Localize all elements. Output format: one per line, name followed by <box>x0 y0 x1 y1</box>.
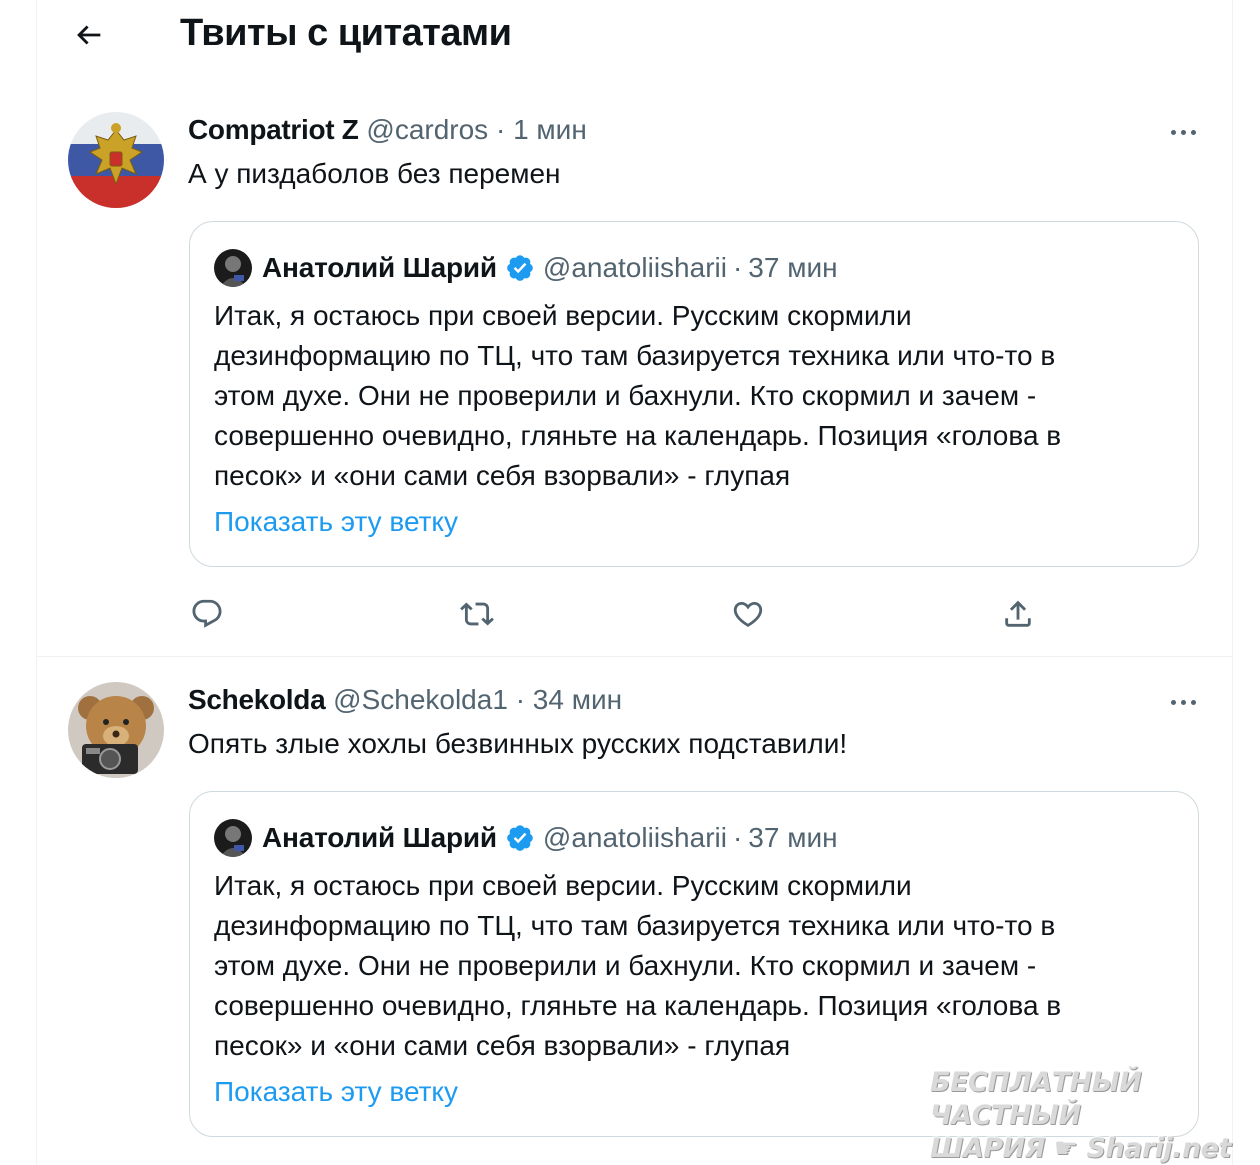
like-icon <box>733 601 763 627</box>
author-name[interactable]: Compatriot Z <box>188 114 359 145</box>
more-dots-icon <box>1170 129 1176 135</box>
watermark-line-2-right: Sharij.net <box>1086 1133 1231 1164</box>
quoted-text-line: дезинформацию по ТЦ, что там базируется … <box>214 340 1056 371</box>
quoted-author-name[interactable]: Анатолий Шарий <box>262 252 497 284</box>
author-handle[interactable]: @cardros <box>366 114 488 145</box>
author-name[interactable]: Schekolda <box>188 684 326 715</box>
quoted-tweet-header: Анатолий Шарий @anatoliisharii · 37 мин <box>214 248 838 288</box>
page-title: Твиты с цитатами <box>180 12 512 54</box>
quoted-text-line: этом духе. Они не проверили и бахнули. К… <box>214 950 1037 981</box>
verified-badge-icon <box>505 253 535 283</box>
avatar[interactable] <box>68 682 164 778</box>
quoted-author-handle[interactable]: @anatoliisharii <box>543 252 727 284</box>
quote-tweets-page: Твиты с цитатами Compatriot Z @cardros ·… <box>0 0 1260 1165</box>
quoted-tweet-header: Анатолий Шарий @anatoliisharii · 37 мин <box>214 818 838 858</box>
verified-badge-icon <box>505 823 535 853</box>
back-button[interactable] <box>64 12 114 58</box>
quoted-tweet-text: Итак, я остаюсь при своей версии. Русски… <box>214 866 1174 1066</box>
quoted-author-handle[interactable]: @anatoliisharii <box>543 822 727 854</box>
watermark-line-1: БЕСПЛАТНЫЙ ЧАСТНЫЙ <box>930 1067 1142 1131</box>
tweet-header: Compatriot Z @cardros · 1 мин <box>188 114 587 146</box>
quoted-avatar <box>214 249 252 287</box>
quoted-separator: · <box>732 822 743 853</box>
quoted-timestamp[interactable]: 37 мин <box>748 252 837 284</box>
arrow-left-icon <box>77 25 101 45</box>
tweet-header: Schekolda @Schekolda1 · 34 мин <box>188 684 622 716</box>
watermark: БЕСПЛАТНЫЙ ЧАСТНЫЙ ШАРИЯ ☛ Sharij.net <box>930 1066 1240 1165</box>
quoted-text-line: совершенно очевидно, гляньте на календар… <box>214 420 1062 451</box>
quoted-author-name[interactable]: Анатолий Шарий <box>262 822 497 854</box>
separator: · <box>495 114 506 145</box>
watermark-line-2: ШАРИЯ ☛ Sharij.net <box>930 1132 1240 1165</box>
quoted-text-line: песок» и «они сами себя взорвали» - глуп… <box>214 460 791 491</box>
quoted-text-line: песок» и «они сами себя взорвали» - глуп… <box>214 1030 791 1061</box>
column-border-right <box>1232 0 1233 1165</box>
quoted-text-line: дезинформацию по ТЦ, что там базируется … <box>214 910 1056 941</box>
reply-button[interactable] <box>185 592 229 636</box>
show-thread-link[interactable]: Показать эту ветку <box>214 1076 458 1108</box>
watermark-line-2-left: ШАРИЯ <box>930 1133 1045 1164</box>
page-header: Твиты с цитатами <box>37 0 1232 74</box>
show-thread-link[interactable]: Показать эту ветку <box>214 506 458 538</box>
like-button[interactable] <box>726 592 770 636</box>
quoted-text-line: Итак, я остаюсь при своей версии. Русски… <box>214 300 912 331</box>
pointing-hand-icon: ☛ <box>1053 1133 1078 1164</box>
more-dots-icon <box>1170 699 1176 705</box>
tweet-actions <box>189 592 1069 636</box>
retweet-button[interactable] <box>455 592 499 636</box>
quoted-separator: · <box>732 252 743 283</box>
more-button[interactable] <box>1163 114 1203 150</box>
quoted-timestamp[interactable]: 37 мин <box>748 822 837 854</box>
timestamp[interactable]: 34 мин <box>533 684 622 715</box>
quoted-text-line: совершенно очевидно, гляньте на календар… <box>214 990 1062 1021</box>
reply-icon <box>192 599 222 628</box>
quoted-tweet-text: Итак, я остаюсь при своей версии. Русски… <box>214 296 1174 496</box>
retweet-icon <box>460 602 494 626</box>
share-icon <box>1005 600 1031 627</box>
quoted-text-line: Итак, я остаюсь при своей версии. Русски… <box>214 870 912 901</box>
more-button[interactable] <box>1163 684 1203 720</box>
tweet-text: А у пиздаболов без перемен <box>188 158 561 189</box>
tweet[interactable]: Compatriot Z @cardros · 1 мин А у пиздаб… <box>37 92 1232 657</box>
share-button[interactable] <box>996 592 1040 636</box>
tweet-text: Опять злые хохлы безвинных русских подст… <box>188 728 848 759</box>
quoted-tweet[interactable]: Анатолий Шарий @anatoliisharii · 37 мин … <box>189 221 1199 567</box>
timestamp[interactable]: 1 мин <box>513 114 587 145</box>
avatar[interactable] <box>68 112 164 208</box>
quoted-avatar <box>214 819 252 857</box>
teddy-bear-avatar <box>68 682 164 778</box>
separator: · <box>515 684 526 715</box>
author-handle[interactable]: @Schekolda1 <box>333 684 508 715</box>
double-headed-eagle-avatar <box>68 112 164 208</box>
quoted-text-line: этом духе. Они не проверили и бахнули. К… <box>214 380 1037 411</box>
